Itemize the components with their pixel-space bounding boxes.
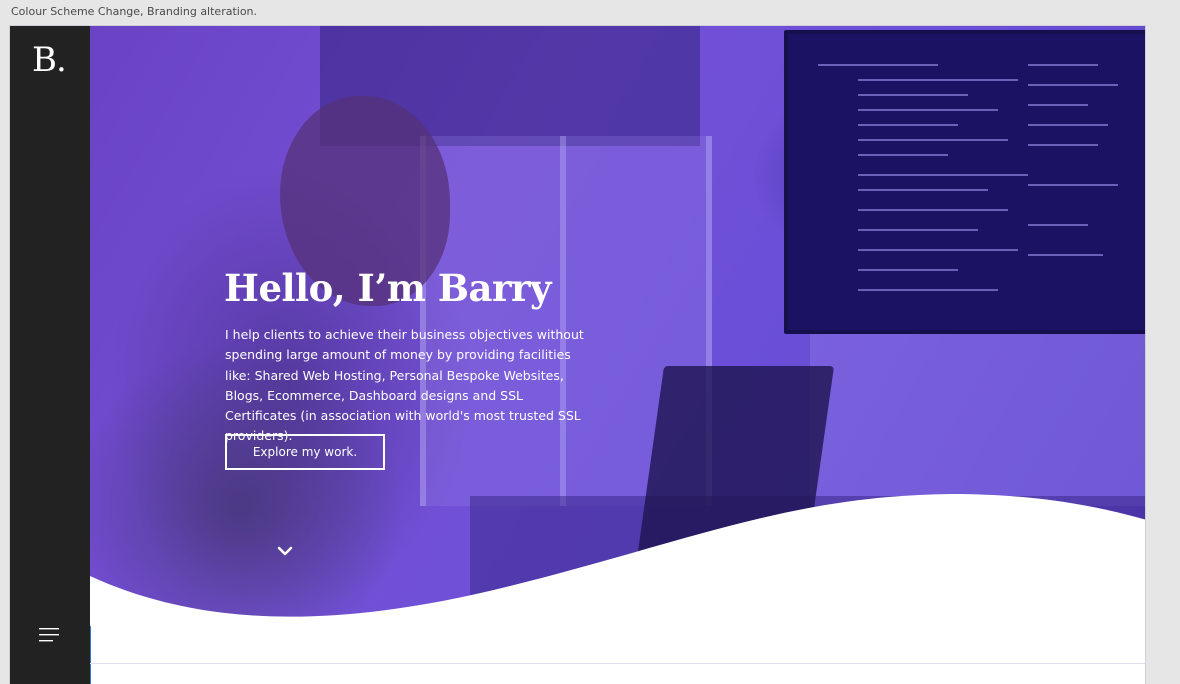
- hamburger-menu-icon[interactable]: [39, 627, 61, 643]
- hero-title: Hello, I’m Barry: [224, 266, 552, 310]
- window-caption: Colour Scheme Change, Branding alteratio…: [11, 5, 258, 18]
- sidebar: B.: [10, 26, 91, 684]
- section-divider: [90, 663, 1145, 664]
- hero-section: Hello, I’m Barry I help clients to achie…: [90, 26, 1145, 626]
- browser-viewport: B. Hello, I’m Barry I help clients to ac…: [9, 25, 1146, 684]
- chevron-down-icon[interactable]: [276, 542, 294, 556]
- hero-description: I help clients to achieve their business…: [225, 327, 584, 444]
- explore-work-button[interactable]: Explore my work.: [225, 434, 385, 470]
- logo[interactable]: B.: [32, 40, 67, 80]
